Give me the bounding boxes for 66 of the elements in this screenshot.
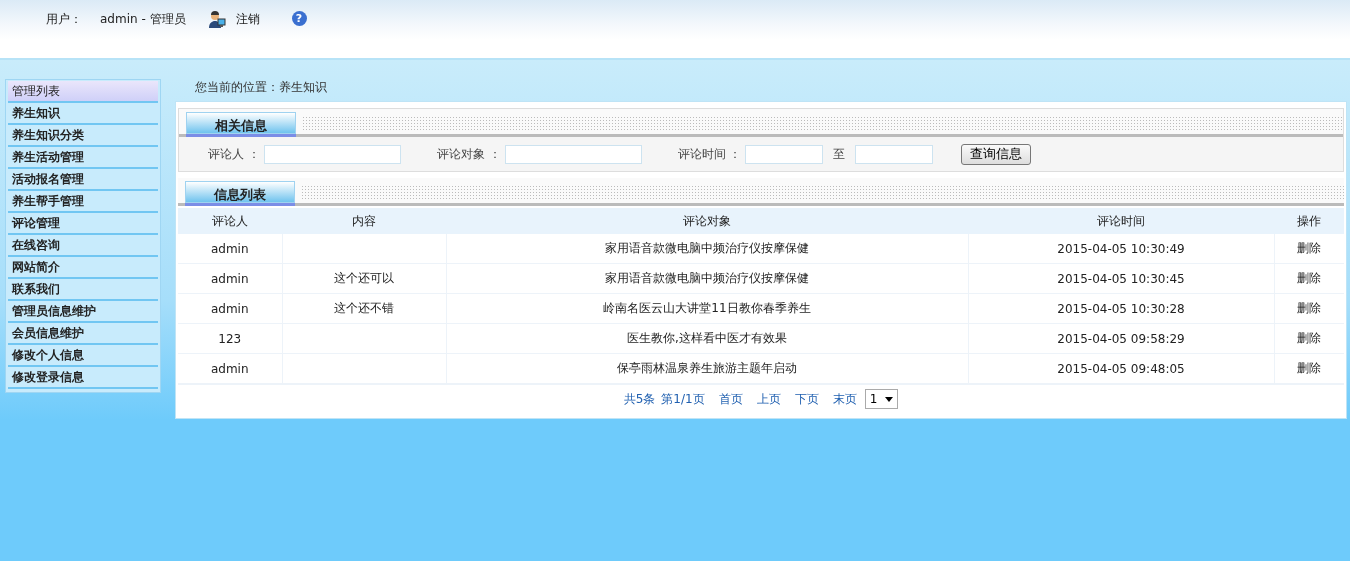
table-cell: 2015-04-05 10:30:45 xyxy=(968,263,1274,294)
delete-link[interactable]: 删除 xyxy=(1297,331,1322,345)
table-cell: 家用语音款微电脑中频治疗仪按摩保健 xyxy=(446,234,968,264)
logout-link[interactable]: 注销 xyxy=(235,11,260,27)
sidebar-item[interactable]: 修改个人信息 xyxy=(8,345,158,367)
table-cell: admin xyxy=(178,234,282,264)
table-cell: 2015-04-05 10:30:49 xyxy=(968,234,1274,264)
sidebar-item[interactable]: 联系我们 xyxy=(8,279,158,301)
delete-link[interactable]: 删除 xyxy=(1297,361,1322,375)
column-header: 操作 xyxy=(1274,208,1344,234)
table-cell: 2015-04-05 09:48:05 xyxy=(968,353,1274,384)
search-button[interactable]: 查询信息 xyxy=(961,143,1032,165)
pager-link[interactable]: 上页 xyxy=(756,390,781,408)
table-cell: 123 xyxy=(178,323,282,354)
caret-icon xyxy=(885,396,894,402)
column-header: 评论时间 xyxy=(968,208,1274,234)
sidebar-item[interactable]: 评论管理 xyxy=(8,213,158,235)
table-cell: 保亭雨林温泉养生旅游主题年启动 xyxy=(446,353,968,384)
page-indicator: 第1/1页 xyxy=(661,390,705,408)
delete-link[interactable]: 删除 xyxy=(1297,301,1322,315)
column-header: 评论人 xyxy=(178,208,282,234)
input-field[interactable] xyxy=(263,144,401,164)
section-title: 相关信息 xyxy=(186,112,296,134)
pager-link[interactable]: 首页 xyxy=(718,390,743,408)
sidebar-item[interactable]: 修改登录信息 xyxy=(8,367,158,389)
table-cell: 岭南名医云山大讲堂11日教你春季养生 xyxy=(446,293,968,324)
sidebar-item[interactable]: 养生帮手管理 xyxy=(8,191,158,213)
field-label: 评论时间 ： xyxy=(677,145,742,163)
field-label: 评论人 ： xyxy=(208,145,260,163)
sidebar-title: 管理列表 xyxy=(8,81,158,103)
input-field[interactable] xyxy=(745,144,824,164)
delete-link[interactable]: 删除 xyxy=(1297,241,1322,255)
input-field[interactable] xyxy=(855,144,934,164)
sidebar-item[interactable]: 在线咨询 xyxy=(8,235,158,257)
table-cell: 医生教你,这样看中医才有效果 xyxy=(446,323,968,354)
sidebar-item[interactable]: 活动报名管理 xyxy=(8,169,158,191)
user-label: 用户： xyxy=(46,11,82,27)
user-name: admin - 管理员 xyxy=(100,11,186,27)
pager-link[interactable]: 末页 xyxy=(832,390,857,408)
table-cell: admin xyxy=(178,293,282,324)
sidebar-item[interactable]: 养生知识分类 xyxy=(8,125,158,147)
section-title: 信息列表 xyxy=(185,181,295,203)
table-cell: admin xyxy=(178,353,282,384)
table-cell: 2015-04-05 09:58:29 xyxy=(968,323,1274,354)
table-cell: 这个还不错 xyxy=(282,293,446,324)
table-cell: 家用语音款微电脑中频治疗仪按摩保健 xyxy=(446,263,968,294)
field-label: 评论对象 ： xyxy=(436,145,501,163)
user-computer-icon xyxy=(207,11,226,29)
range-separator: 至 xyxy=(833,145,846,163)
breadcrumb: 您当前的位置：养生知识 xyxy=(194,79,328,96)
sidebar-item[interactable]: 养生知识 xyxy=(8,103,158,125)
sidebar-item[interactable]: 会员信息维护 xyxy=(8,323,158,345)
sidebar-item[interactable]: 网站简介 xyxy=(8,257,158,279)
sidebar-item[interactable]: 管理员信息维护 xyxy=(8,301,158,323)
table-cell: 这个还可以 xyxy=(282,263,446,294)
pager-link[interactable]: 下页 xyxy=(794,390,819,408)
delete-link[interactable]: 删除 xyxy=(1297,271,1322,285)
page-select[interactable]: 1 xyxy=(864,389,899,409)
column-header: 内容 xyxy=(282,208,446,234)
table-cell: admin xyxy=(178,263,282,294)
record-count: 共5条 xyxy=(623,390,656,408)
table-cell: 2015-04-05 10:30:28 xyxy=(968,293,1274,324)
input-field[interactable] xyxy=(504,144,642,164)
column-header: 评论对象 xyxy=(446,208,968,234)
sidebar-item[interactable]: 养生活动管理 xyxy=(8,147,158,169)
help-icon[interactable]: ? xyxy=(291,11,307,26)
